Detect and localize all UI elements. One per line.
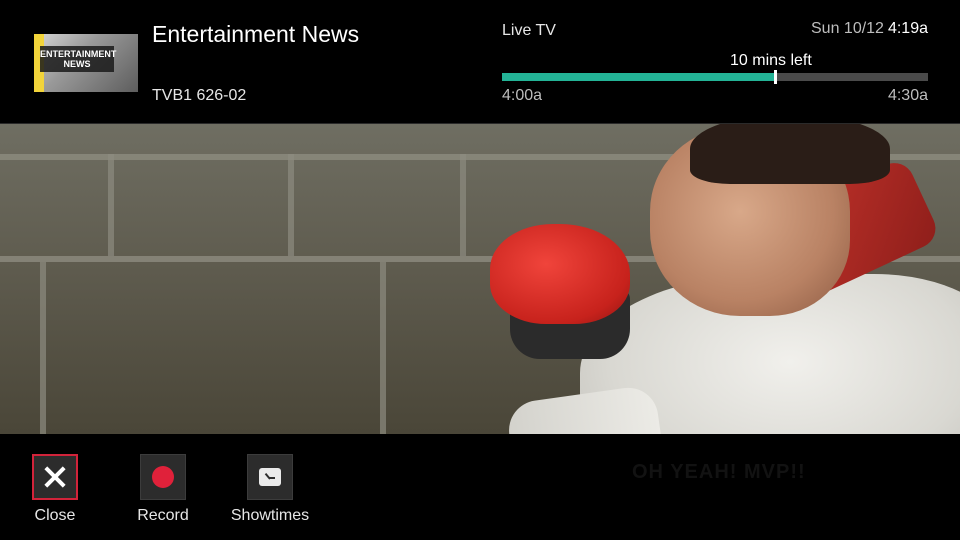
- video-player[interactable]: [0, 124, 960, 434]
- source-label: Live TV: [502, 22, 556, 39]
- progress-marker: [774, 70, 777, 84]
- date-time: Sun 10/12 4:19a: [811, 20, 928, 38]
- end-time: 4:30a: [887, 87, 928, 104]
- video-frame-detail: [380, 262, 386, 434]
- video-frame-detail: [490, 224, 630, 324]
- showtimes-button-box[interactable]: [247, 454, 293, 500]
- progress-fill: [502, 73, 775, 81]
- clock-icon: [259, 468, 281, 486]
- current-date: Sun 10/12: [811, 20, 884, 37]
- close-label: Close: [34, 507, 76, 524]
- program-thumbnail: ENTERTAINMENT NEWS: [34, 34, 138, 92]
- video-frame-detail: [460, 154, 466, 256]
- program-progress-bar: [502, 70, 928, 84]
- start-time: 4:00a: [502, 87, 543, 104]
- record-icon: [152, 466, 174, 488]
- action-bar: Close Record Showtimes OH YEAH! MVP!!: [0, 434, 960, 540]
- channel-number: TVB1 626-02: [152, 87, 247, 104]
- thumbnail-text: ENTERTAINMENT NEWS: [40, 49, 117, 69]
- close-button[interactable]: Close: [5, 454, 105, 525]
- program-title: Entertainment News: [152, 21, 360, 47]
- video-frame-detail: [690, 124, 890, 184]
- current-time: 4:19a: [887, 20, 928, 37]
- video-caption: OH YEAH! MVP!!: [632, 461, 806, 483]
- close-icon: [42, 464, 68, 490]
- record-button-box[interactable]: [140, 454, 186, 500]
- showtimes-button[interactable]: Showtimes: [220, 454, 320, 525]
- record-label: Record: [137, 507, 189, 524]
- close-button-box[interactable]: [32, 454, 78, 500]
- video-frame-detail: [40, 262, 46, 434]
- time-remaining: 10 mins left: [730, 52, 812, 69]
- showtimes-label: Showtimes: [230, 507, 310, 524]
- video-frame-detail: [288, 154, 294, 256]
- video-frame-detail: [108, 154, 114, 256]
- record-button[interactable]: Record: [113, 454, 213, 525]
- program-info-bar: ENTERTAINMENT NEWS Entertainment News TV…: [0, 0, 960, 124]
